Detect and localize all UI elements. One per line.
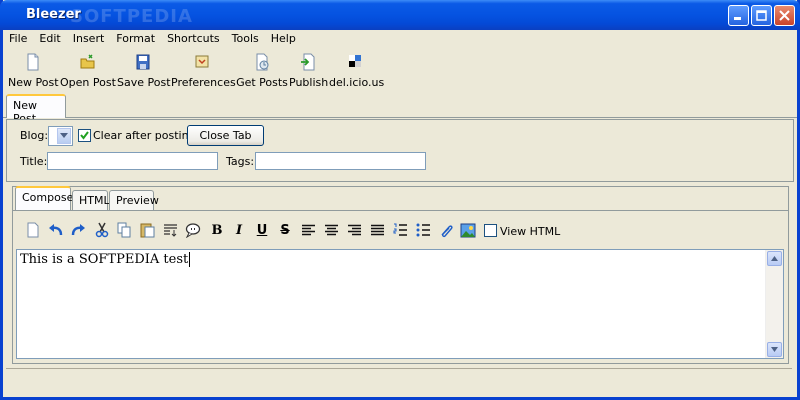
scroll-up-button[interactable] [767,251,782,266]
link-icon[interactable] [438,222,454,238]
preferences-button[interactable]: Preferences [171,53,236,91]
new-post-button[interactable]: New Post [8,53,59,91]
bold-button[interactable]: B [209,222,225,238]
align-center-icon[interactable] [323,222,339,238]
menu-format[interactable]: Format [110,30,161,45]
get-posts-button[interactable]: Get Posts [236,53,288,91]
open-folder-icon [80,54,94,69]
menu-file[interactable]: File [3,30,33,45]
checkmark-icon [80,131,89,140]
menu-insert[interactable]: Insert [67,30,111,45]
publish-icon [301,53,315,71]
view-html-label: View HTML [500,225,561,238]
paste-icon[interactable] [139,222,155,238]
delicious-icon [349,55,361,67]
tab-compose[interactable]: Compose [15,186,73,210]
clear-after-posting-label: Clear after posting [93,129,196,142]
title-label: Title: [20,155,48,168]
underline-button[interactable]: U [254,222,270,238]
quote-icon[interactable] [185,222,201,238]
app-window: Bleezer SOFTPEDIA File Edit Insert Format Sh… [0,0,800,400]
chevron-down-icon[interactable] [57,128,71,144]
menu-bar: File Edit Insert Format Shortcuts Tools Help [3,30,797,48]
publish-button[interactable]: Publish [289,53,328,91]
editor-scrollbar[interactable] [765,250,783,358]
compose-editor[interactable]: This is a SOFTPEDIA test [16,249,784,359]
image-icon[interactable] [460,222,476,238]
close-button[interactable] [774,5,795,26]
main-toolbar: New Post Open Post Save Post Preferences… [3,50,797,92]
cut-icon[interactable] [94,222,110,238]
maximize-icon [756,10,767,21]
format-toolbar: B I U S View HTML [17,215,784,245]
preferences-icon [195,55,209,68]
new-document-icon [27,53,39,71]
open-post-button[interactable]: Open Post [60,53,116,91]
align-justify-icon[interactable] [369,222,385,238]
strikethrough-button[interactable]: S [277,222,293,238]
floppy-disk-icon [136,54,150,70]
copy-icon[interactable] [116,222,132,238]
view-html-checkbox[interactable] [484,224,497,237]
menu-tools[interactable]: Tools [226,30,265,45]
close-icon [779,10,790,21]
tab-preview[interactable]: Preview [109,190,159,210]
menu-shortcuts[interactable]: Shortcuts [161,30,226,45]
tab-html[interactable]: HTML [72,190,110,210]
document-tabstrip: New Post [3,93,797,125]
status-bar [6,368,792,393]
chevron-up-icon [771,256,778,261]
unordered-list-icon[interactable] [415,222,431,238]
chevron-down-icon [771,347,778,352]
title-bar[interactable]: Bleezer SOFTPEDIA [0,0,800,30]
undo-icon[interactable] [48,222,64,238]
title-input[interactable] [47,152,218,170]
paragraph-format-icon[interactable] [162,222,178,238]
editor-content[interactable]: This is a SOFTPEDIA test [20,252,191,267]
editor-panel: Compose HTML Preview B I U S View HTML T… [12,186,789,364]
minimize-icon [734,17,741,20]
redo-icon[interactable] [70,222,86,238]
new-document-icon[interactable] [25,222,41,238]
tags-label: Tags: [226,155,255,168]
ordered-list-icon[interactable] [392,222,408,238]
clear-after-posting-checkbox[interactable] [78,129,91,142]
blog-label: Blog: [20,129,49,142]
text-caret [189,252,191,267]
align-left-icon[interactable] [300,222,316,238]
delicious-button[interactable]: del.icio.us [329,53,384,91]
maximize-button[interactable] [751,5,772,26]
save-post-button[interactable]: Save Post [117,53,171,91]
get-posts-icon [256,53,269,71]
post-settings-panel: Blog: Clear after posting Close Tab Titl… [6,119,794,182]
menu-edit[interactable]: Edit [33,30,66,45]
watermark-text: SOFTPEDIA [70,6,193,27]
editor-tabstrip: Compose HTML Preview [13,186,788,211]
tags-input[interactable] [255,152,426,170]
menu-help[interactable]: Help [265,30,302,45]
close-tab-button[interactable]: Close Tab [187,125,264,146]
align-right-icon[interactable] [346,222,362,238]
italic-button[interactable]: I [231,222,247,238]
scroll-down-button[interactable] [767,342,782,357]
tab-new-post[interactable]: New Post [6,94,66,125]
minimize-button[interactable] [728,5,749,26]
blog-select[interactable] [48,126,73,146]
